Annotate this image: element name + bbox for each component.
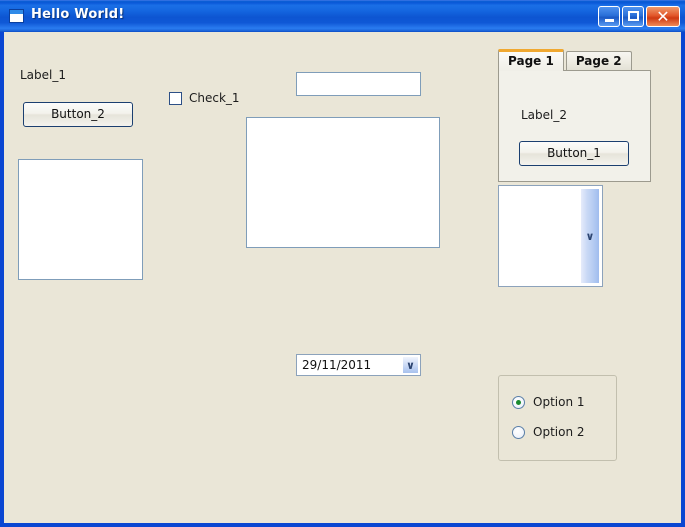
tab-strip: Page 1 Page 2 (498, 49, 632, 71)
radio-option-1[interactable]: Option 1 (512, 395, 585, 409)
label-1: Label_1 (20, 68, 67, 82)
tab-page-2[interactable]: Page 2 (565, 51, 632, 71)
radio-option-1-label: Option 1 (533, 395, 585, 409)
form-client-area: Label_1 Button_2 Check_1 Page 1 Page 2 L… (4, 32, 681, 523)
listbox-left[interactable] (18, 159, 143, 280)
radio-group: Option 1 Option 2 (498, 375, 617, 461)
button-2[interactable]: Button_2 (23, 102, 133, 127)
radio-option-2-circle[interactable] (512, 425, 525, 439)
radio-option-2-label: Option 2 (533, 425, 585, 439)
chevron-down-icon: ∨ (585, 230, 595, 243)
window-icon (9, 9, 24, 23)
textbox-large[interactable] (246, 117, 440, 248)
date-picker[interactable]: 29/11/2011 ∨ (296, 354, 421, 376)
checkbox-1[interactable]: Check_1 (169, 91, 240, 105)
combo-dropdown-button[interactable]: ∨ (580, 188, 600, 284)
window-controls: ✕ (598, 6, 680, 27)
window-title: Hello World! (31, 7, 125, 22)
date-picker-value: 29/11/2011 (302, 358, 372, 372)
button-1[interactable]: Button_1 (519, 141, 629, 166)
maximize-icon (628, 11, 639, 21)
close-icon: ✕ (656, 7, 670, 26)
minimize-icon (605, 19, 614, 22)
application-window: Hello World! ✕ Label_1 Button_2 Check_1 … (0, 0, 685, 527)
close-button[interactable]: ✕ (646, 6, 680, 27)
tab-page-1[interactable]: Page 1 (498, 49, 564, 71)
radio-option-1-circle[interactable] (512, 395, 525, 409)
label-2: Label_2 (521, 108, 568, 122)
combo-listbox[interactable]: ∨ (498, 185, 603, 287)
checkbox-1-label: Check_1 (189, 91, 240, 105)
date-picker-dropdown-button[interactable]: ∨ (402, 356, 419, 374)
maximize-button[interactable] (622, 6, 644, 27)
textbox-top[interactable] (296, 72, 421, 96)
title-bar[interactable]: Hello World! ✕ (0, 0, 685, 32)
radio-option-2[interactable]: Option 2 (512, 425, 585, 439)
chevron-down-icon: ∨ (406, 359, 415, 372)
tab-control: Page 1 Page 2 Label_2 Button_1 (498, 49, 653, 182)
tab-panel-page-1: Label_2 Button_1 (498, 70, 651, 182)
checkbox-1-box[interactable] (169, 91, 182, 105)
minimize-button[interactable] (598, 6, 620, 27)
